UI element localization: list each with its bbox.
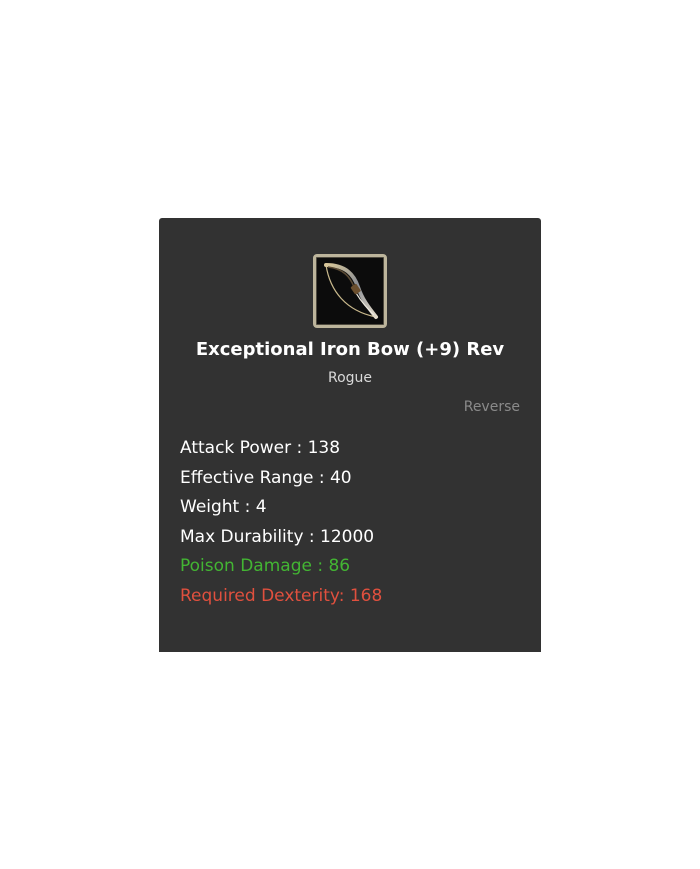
item-class: Rogue: [327, 370, 373, 386]
stat-effective-range: Effective Range : 40: [180, 467, 352, 488]
item-name: Exceptional Iron Bow (+9) Rev: [195, 339, 505, 360]
item-stats: Attack Power : 138 Effective Range : 40 …: [180, 434, 520, 611]
bow-icon: [324, 263, 378, 319]
item-tooltip: Exceptional Iron Bow (+9) Rev Rogue Reve…: [159, 218, 541, 652]
stat-weight: Weight : 4: [180, 497, 267, 517]
stat-attack-power: Attack Power : 138: [180, 438, 341, 458]
item-icon-frame: [313, 254, 387, 328]
stat-max-durability: Max Durability : 12000: [180, 526, 375, 547]
reverse-link[interactable]: Reverse: [464, 396, 520, 418]
stat-poison-damage: Poison Damage : 86: [180, 556, 351, 576]
stat-required-dexterity: Required Dexterity: 168: [180, 585, 383, 606]
